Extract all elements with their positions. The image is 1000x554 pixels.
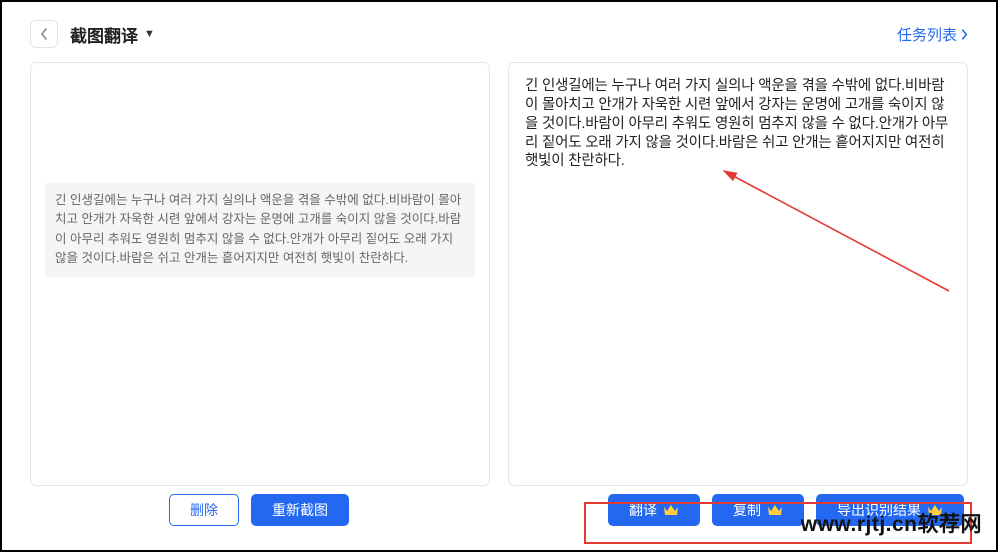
source-ocr-text: 긴 인생길에는 누구나 여러 가지 실의나 액운을 겪을 수밖에 없다.비바람이… <box>45 183 475 277</box>
source-panel: 긴 인생길에는 누구나 여러 가지 실의나 액운을 겪을 수밖에 없다.비바람이… <box>30 62 490 486</box>
left-actions: 删除 重新截图 <box>30 494 488 526</box>
chevron-left-icon <box>39 28 49 40</box>
task-list-label: 任务列表 <box>897 24 957 45</box>
header: 截图翻译 ▼ 任务列表 <box>2 2 996 62</box>
translate-button[interactable]: 翻译 <box>608 494 700 526</box>
recapture-button[interactable]: 重新截图 <box>251 494 349 526</box>
watermark-text: www.rjtj.cn软荐网 <box>801 508 982 538</box>
vip-badge-icon <box>767 504 783 516</box>
vip-badge-icon <box>663 504 679 516</box>
back-button[interactable] <box>30 20 58 48</box>
chevron-right-icon <box>961 29 968 40</box>
translate-label: 翻译 <box>629 500 657 520</box>
caret-down-icon: ▼ <box>144 28 155 40</box>
page-title: 截图翻译 <box>70 22 138 47</box>
output-text[interactable]: 긴 인생길에는 누구나 여러 가지 실의나 액운을 겪을 수밖에 없다.비바람이… <box>509 63 967 171</box>
annotation-arrow-icon <box>699 161 959 301</box>
copy-button[interactable]: 复制 <box>712 494 804 526</box>
page-title-dropdown[interactable]: 截图翻译 ▼ <box>70 22 155 47</box>
task-list-link[interactable]: 任务列表 <box>897 24 968 45</box>
delete-label: 删除 <box>190 500 218 520</box>
output-panel: 긴 인생길에는 누구나 여러 가지 실의나 액운을 겪을 수밖에 없다.비바람이… <box>508 62 968 486</box>
copy-label: 复制 <box>733 500 761 520</box>
delete-button[interactable]: 删除 <box>169 494 239 526</box>
recapture-label: 重新截图 <box>272 500 328 520</box>
